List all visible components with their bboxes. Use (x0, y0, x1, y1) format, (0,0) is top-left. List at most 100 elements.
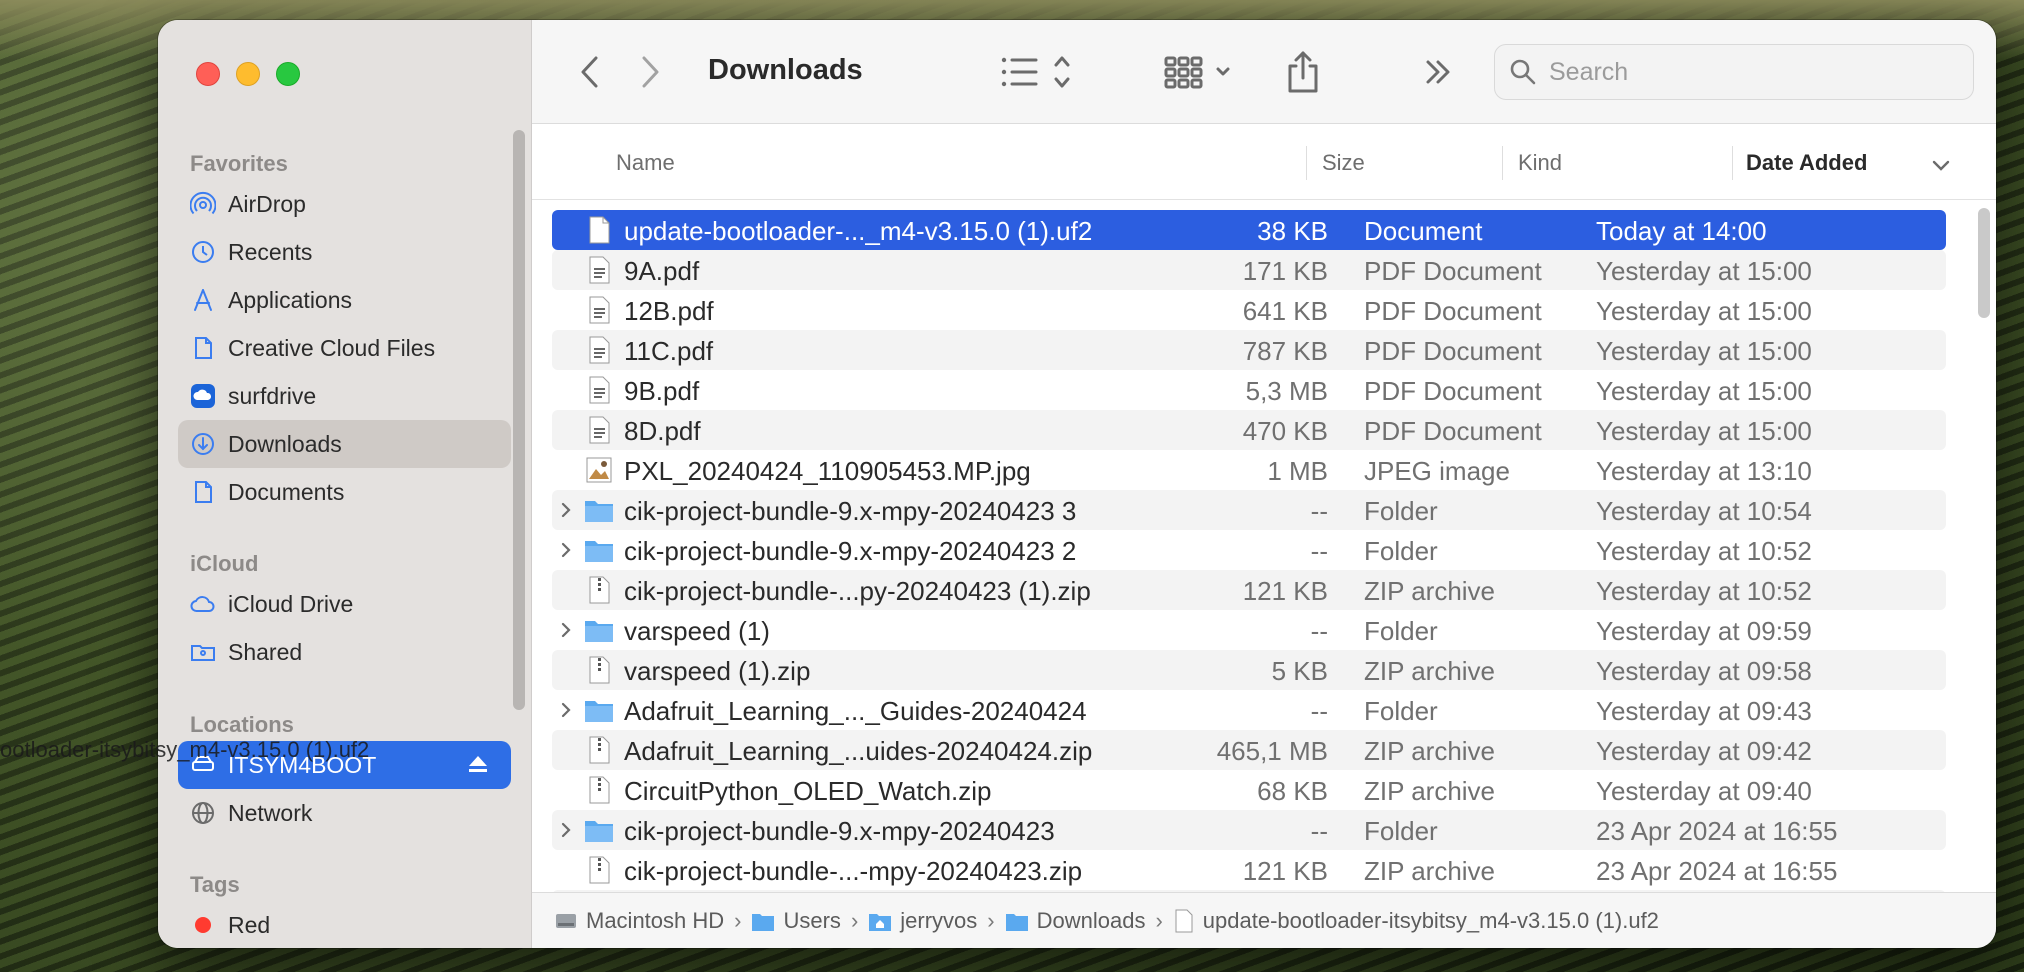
applications-icon (190, 287, 216, 313)
path-crumb[interactable]: update-bootloader-itsybitsy_m4-v3.15.0 (… (1173, 908, 1659, 934)
file-row[interactable]: cik-project-bundle-9.x-mpy-20240423 2 -- F… (552, 530, 1946, 570)
file-kind: Folder (1364, 696, 1438, 726)
column-header-name[interactable]: Name (616, 150, 675, 176)
pdf-file-icon (584, 335, 614, 365)
sidebar-item-label: Network (228, 799, 313, 826)
group-by-button[interactable] (1164, 50, 1244, 94)
sidebar-item-label: Applications (228, 286, 353, 313)
column-header-size[interactable]: Size (1322, 150, 1365, 176)
list-view-button[interactable] (1000, 50, 1080, 94)
disclosure-chevron-icon[interactable] (558, 500, 574, 520)
file-row[interactable]: PXL_20240424_110905453.MP.jpg 1 MB JPEG im… (552, 450, 1946, 490)
file-name: varspeed (1) (624, 616, 770, 646)
file-size: 641 KB (1242, 296, 1328, 326)
file-name: Adafruit_Learning_..._Guides-20240424 (624, 696, 1087, 726)
close-window-button[interactable] (196, 62, 220, 86)
share-button[interactable] (1278, 50, 1328, 94)
search-field[interactable] (1494, 44, 1974, 100)
file-row[interactable]: cik-project-bundle-...py-20240423 (1).zi… (552, 570, 1946, 610)
path-crumb[interactable]: jerryvos (868, 908, 977, 934)
file-row[interactable]: 9B.pdf 5,3 MB PDF Document Yesterday at 15:… (552, 370, 1946, 410)
finder-window: Favorites AirDrop Recents Applications Crea… (158, 20, 1996, 948)
zip-file-icon (584, 575, 614, 605)
file-row[interactable]: cik-project-bundle-...-mpy-20240423.zip 1… (552, 850, 1946, 890)
file-row[interactable]: 12B.pdf 641 KB PDF Document Yesterday at 15… (552, 290, 1946, 330)
file-name: 9A.pdf (624, 256, 700, 286)
file-date-added: Today at 14:00 (1596, 216, 1767, 246)
sidebar-item-label: Shared (228, 638, 303, 665)
file-kind: ZIP archive (1364, 576, 1496, 606)
column-divider[interactable] (1502, 146, 1503, 180)
back-button[interactable] (568, 50, 612, 94)
sidebar-item-network[interactable]: Network (178, 789, 511, 837)
path-crumb[interactable]: Users (751, 907, 841, 934)
file-size: 787 KB (1242, 336, 1328, 366)
pdf-file-icon (584, 255, 614, 285)
disclosure-chevron-icon[interactable] (558, 820, 574, 840)
disclosure-chevron-icon[interactable] (558, 540, 574, 560)
column-divider[interactable] (1306, 146, 1307, 180)
path-crumb[interactable]: Macintosh HD (554, 908, 724, 934)
column-divider[interactable] (1732, 146, 1733, 180)
sidebar-item-red[interactable]: Red (178, 901, 511, 948)
sidebar-item-applications[interactable]: Applications (178, 276, 511, 324)
file-name: 11C.pdf (624, 336, 714, 366)
minimize-window-button[interactable] (236, 62, 260, 86)
clock-icon (190, 239, 216, 265)
file-name: cik-project-bundle-...py-20240423 (1).zi… (624, 576, 1091, 606)
file-row[interactable]: 8D.pdf 470 KB PDF Document Yesterday at 15:… (552, 410, 1946, 450)
disclosure-chevron-icon[interactable] (558, 620, 574, 640)
file-kind: ZIP archive (1364, 736, 1496, 766)
column-header-kind[interactable]: Kind (1518, 150, 1562, 176)
sidebar-item-documents[interactable]: Documents (178, 468, 511, 516)
pdf-file-icon (584, 375, 614, 405)
file-name: Adafruit_Learning_...uides-20240424.zip (624, 736, 1093, 766)
disclosure-chevron-icon[interactable] (558, 700, 574, 720)
file-row[interactable]: Adafruit_Learning_...uides-20240424.zip 4… (552, 730, 1946, 770)
chevron-left-icon (581, 56, 598, 88)
file-size: -- (1310, 496, 1328, 526)
file-row[interactable]: CircuitPython_OLED_Watch.zip 68 KB ZIP arc… (552, 770, 1946, 810)
path-separator-icon: › (850, 907, 859, 933)
folder-icon (584, 535, 614, 565)
file-size: 1 MB (1267, 456, 1328, 486)
sidebar-item-label: Recents (228, 238, 313, 265)
sidebar-item-shared[interactable]: Shared (178, 628, 511, 676)
forward-button[interactable] (628, 50, 672, 94)
sidebar-scrollbar[interactable] (513, 130, 525, 710)
file-size: 121 KB (1242, 576, 1328, 606)
path-crumb[interactable]: Downloads (1005, 907, 1146, 934)
more-toolbar-button[interactable] (1418, 50, 1458, 94)
eject-icon[interactable] (467, 753, 489, 775)
file-row[interactable]: cik-project-bundle-9.x-mpy-20240423 -- Fol… (552, 810, 1946, 850)
sidebar-item-surfdrive[interactable]: surfdrive (178, 372, 511, 420)
file-name: update-bootloader-..._m4-v3.15.0 (1).uf2 (624, 216, 1093, 246)
cloud-app-icon (190, 383, 216, 409)
file-row[interactable]: 11C.pdf 787 KB PDF Document Yesterday at 15… (552, 330, 1946, 370)
zoom-window-button[interactable] (276, 62, 300, 86)
search-input[interactable] (1549, 57, 1949, 87)
path-crumb-label: Users (783, 907, 841, 933)
file-size: 38 KB (1257, 216, 1328, 246)
sidebar-heading-favorites: Favorites (190, 151, 288, 176)
file-row[interactable]: update-bootloader-..._m4-v3.15.0 (1).uf2… (552, 210, 1946, 250)
file-row[interactable]: cik-project-bundle-9.x-mpy-20240423 3 -- F… (552, 490, 1946, 530)
file-kind: PDF Document (1364, 296, 1542, 326)
file-row[interactable]: Adafruit_Learning_..._Guides-20240424 -- F… (552, 690, 1946, 730)
file-name: varspeed (1).zip (624, 656, 811, 686)
file-row[interactable]: varspeed (1) -- Folder Yesterday at 09:59 (552, 610, 1946, 650)
path-crumb-label: Downloads (1036, 907, 1146, 933)
sidebar-item-airdrop[interactable]: AirDrop (178, 180, 511, 228)
sidebar-item-creative-cloud-files[interactable]: Creative Cloud Files (178, 324, 511, 372)
file-list-scrollbar[interactable] (1978, 208, 1990, 318)
file-row[interactable]: 9A.pdf 171 KB PDF Document Yesterday at 15:… (552, 250, 1946, 290)
sort-descending-chevron-icon[interactable] (1932, 160, 1950, 172)
sidebar-item-icloud-drive[interactable]: iCloud Drive (178, 580, 511, 628)
path-separator-icon: › (987, 907, 995, 933)
file-kind: ZIP archive (1364, 656, 1496, 686)
file-name: 9B.pdf (624, 376, 700, 406)
file-row[interactable]: varspeed (1).zip 5 KB ZIP archive Yesterday… (552, 650, 1946, 690)
column-header-date-added[interactable]: Date Added (1746, 150, 1867, 176)
sidebar-item-recents[interactable]: Recents (178, 228, 511, 276)
sidebar-item-downloads[interactable]: Downloads (178, 420, 511, 468)
